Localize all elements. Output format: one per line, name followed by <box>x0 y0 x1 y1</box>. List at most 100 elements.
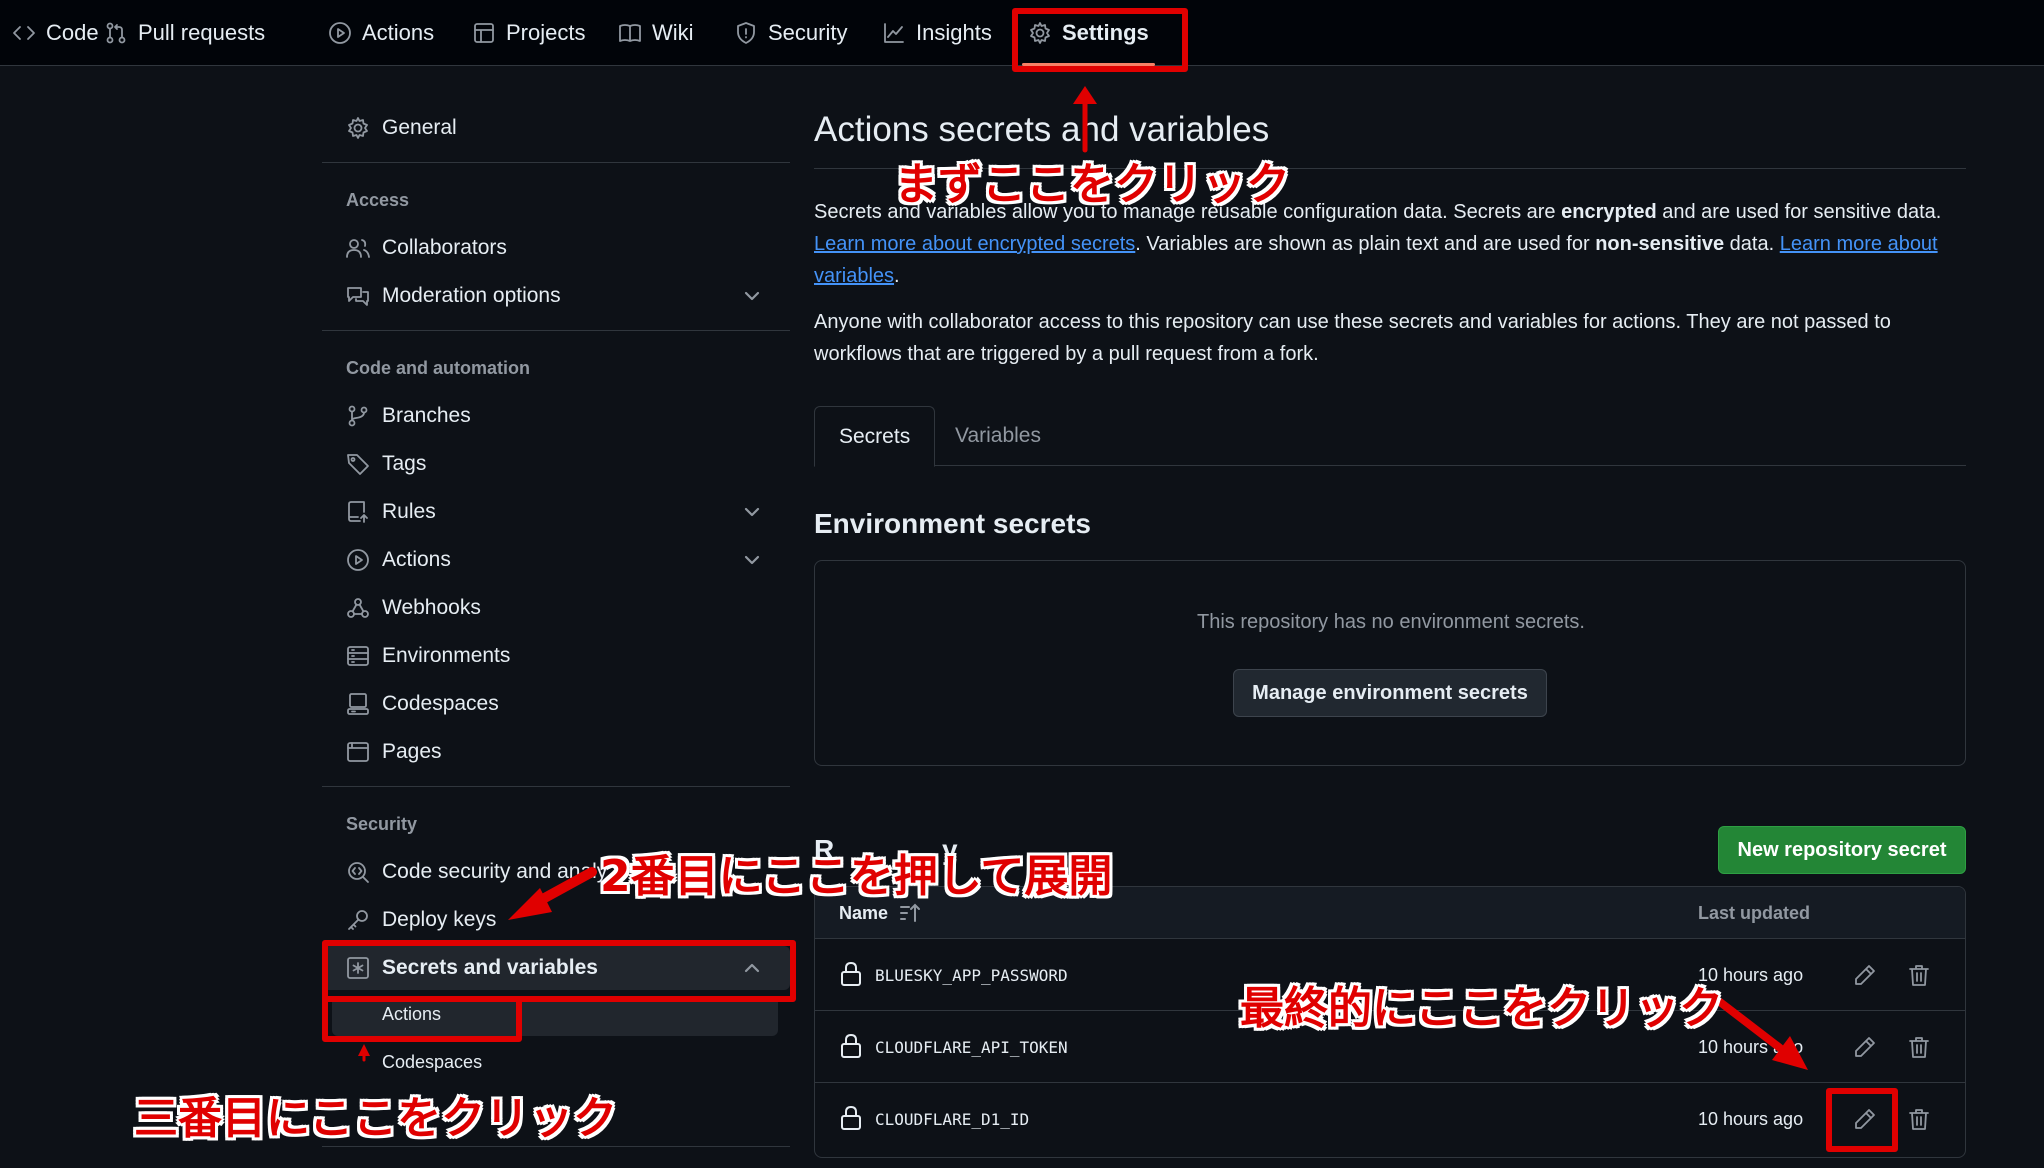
annotation-box-settings <box>1012 8 1188 72</box>
annotation-box-edit <box>1826 1088 1898 1152</box>
annotation-box-actions <box>322 996 522 1042</box>
sidebar-item-actions[interactable]: Actions <box>322 538 790 582</box>
pencil-icon[interactable] <box>1853 963 1877 987</box>
trash-icon[interactable] <box>1907 1035 1931 1059</box>
nav-tab-security[interactable]: Security <box>734 0 847 66</box>
codescan-icon <box>348 862 369 883</box>
sidebar-item-codespaces[interactable]: Codespaces <box>322 682 790 726</box>
env-secrets-empty-state: This repository has no environment secre… <box>814 560 1966 766</box>
sidebar-item-pages[interactable]: Pages <box>322 730 790 774</box>
empty-message: This repository has no environment secre… <box>1197 611 1585 633</box>
divider <box>322 1146 790 1147</box>
shield-icon <box>737 22 755 44</box>
sidebar-item-label: Webhooks <box>382 596 481 619</box>
sidebar-item-moderation[interactable]: Moderation options <box>322 274 790 318</box>
sidebar-item-tags[interactable]: Tags <box>322 442 790 486</box>
column-label: Name <box>839 902 889 923</box>
sidebar-item-label: Moderation options <box>382 284 561 307</box>
sidebar-heading-security: Security <box>346 814 418 834</box>
arrow-head <box>358 1044 370 1056</box>
sidebar-item-label: Actions <box>382 548 451 571</box>
nav-tab-label: Code <box>46 20 99 45</box>
divider <box>322 162 790 163</box>
nav-tab-label: Security <box>768 20 848 45</box>
trash-icon[interactable] <box>1907 963 1931 987</box>
server-icon <box>347 646 369 666</box>
annotation-step1: まずここをクリック <box>894 159 1290 210</box>
text-bold: non-sensitive <box>1595 233 1725 255</box>
sidebar-subitem-codespaces[interactable]: Codespaces <box>382 1052 482 1073</box>
book-icon <box>619 24 641 42</box>
sidebar-item-collaborators[interactable]: Collaborators <box>322 226 790 270</box>
sidebar-item-branches[interactable]: Branches <box>322 394 790 438</box>
chevron-down-icon <box>744 555 760 565</box>
nav-tab-actions[interactable]: Actions <box>328 0 434 66</box>
nav-tab-label: Insights <box>916 20 992 45</box>
annotation-step3: 三番目にここをクリック <box>134 1093 618 1144</box>
nav-tab-label: Actions <box>362 20 435 45</box>
sidebar-item-label: Deploy keys <box>382 908 497 931</box>
play-icon <box>347 549 369 571</box>
column-last-updated: Last updated <box>1698 902 1811 923</box>
nav-tab-label: Pull requests <box>138 20 266 45</box>
annotation-box-secrets <box>322 940 796 1002</box>
code-icon <box>13 26 35 40</box>
sidebar-item-general[interactable]: General <box>322 106 790 150</box>
nav-tab-projects[interactable]: Projects <box>472 0 585 66</box>
secret-name: CLOUDFLARE_API_TOKEN <box>875 1037 1068 1057</box>
divider <box>322 786 790 787</box>
nav-tab-label: Wiki <box>652 20 694 45</box>
sidebar-item-webhooks[interactable]: Webhooks <box>322 586 790 630</box>
secrets-variables-tabs: Secrets Variables <box>814 406 1966 467</box>
tab-secrets[interactable]: Secrets <box>814 406 936 467</box>
nav-tab-insights[interactable]: Insights <box>882 0 992 66</box>
chevron-down-icon <box>744 507 760 517</box>
tab-variables[interactable]: Variables <box>955 406 1041 466</box>
git-branch-icon <box>348 405 368 427</box>
nav-tab-pull-requests[interactable]: Pull requests <box>104 0 265 66</box>
page-title: Actions secrets and variables <box>814 110 1270 149</box>
browser-icon <box>347 742 369 762</box>
annotation-step2: 2番目にここを押して展開 <box>600 851 1113 902</box>
pencil-icon[interactable] <box>1853 1035 1877 1059</box>
sort-icon <box>900 903 921 922</box>
nav-tab-code[interactable]: Code <box>12 0 99 66</box>
sidebar-item-deploy-keys[interactable]: Deploy keys <box>322 898 790 942</box>
sidebar-item-label: Rules <box>382 500 436 523</box>
play-icon <box>329 22 351 44</box>
sidebar-item-label: Collaborators <box>382 236 507 259</box>
sidebar-item-label: Environments <box>382 644 511 667</box>
table-row: CLOUDFLARE_D1_ID 10 hours ago <box>815 1083 1965 1155</box>
sidebar-item-rules[interactable]: Rules <box>322 490 790 534</box>
codespaces-icon <box>347 693 369 715</box>
tag-icon <box>347 454 369 475</box>
trash-icon[interactable] <box>1907 1107 1931 1131</box>
lock-icon <box>841 1105 861 1130</box>
nav-tab-wiki[interactable]: Wiki <box>618 0 694 66</box>
access-paragraph: Anyone with collaborator access to this … <box>814 311 1891 365</box>
text: . <box>894 265 900 287</box>
secret-name: CLOUDFLARE_D1_ID <box>875 1109 1030 1129</box>
secret-name: BLUESKY_APP_PASSWORD <box>875 965 1068 985</box>
repo-push-icon <box>348 501 368 523</box>
arrow-head <box>1073 86 1097 104</box>
chevron-down-icon <box>744 291 760 301</box>
sidebar-item-environments[interactable]: Environments <box>322 634 790 678</box>
sidebar-item-label: Codespaces <box>382 692 499 715</box>
sidebar-item-label: Code security and analy <box>382 860 608 883</box>
text: . Variables are shown as plain text and … <box>1135 233 1596 255</box>
graph-icon <box>884 23 904 43</box>
text: data. <box>1724 233 1780 255</box>
nav-tab-label: Projects <box>506 20 586 45</box>
comment-discussion-icon <box>347 287 369 306</box>
divider <box>322 330 790 331</box>
sidebar-heading-code-automation: Code and automation <box>346 358 530 378</box>
new-repository-secret-button[interactable]: New repository secret <box>1718 826 1966 874</box>
learn-more-secrets-link[interactable]: Learn more about encrypted secrets <box>814 233 1135 255</box>
table-icon <box>474 23 494 43</box>
sidebar-item-label: Branches <box>382 404 471 427</box>
sidebar-item-label: Tags <box>382 452 427 475</box>
manage-env-secrets-button[interactable]: Manage environment secrets <box>1233 669 1547 717</box>
sidebar-item-label: General <box>382 116 457 139</box>
lock-icon <box>841 961 861 986</box>
